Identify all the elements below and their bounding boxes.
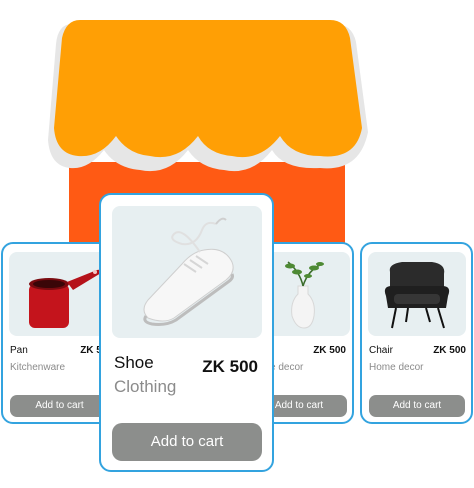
add-to-cart-button[interactable]: Add to cart: [112, 423, 262, 461]
product-category: Home decor: [369, 362, 424, 373]
add-to-cart-button[interactable]: Add to cart: [10, 395, 109, 417]
add-to-cart-button[interactable]: Add to cart: [369, 395, 465, 417]
product-card-shoe[interactable]: Shoe ZK 500 Clothing Add to cart: [99, 193, 274, 472]
armchair-icon: [384, 262, 450, 329]
product-price: ZK 500: [313, 345, 346, 356]
product-image: [368, 252, 466, 336]
product-name: Pan: [10, 345, 28, 356]
product-category: Kitchenware: [10, 362, 66, 373]
product-card-chair[interactable]: Chair ZK 500 Home decor Add to cart: [360, 242, 473, 424]
product-category: e decor: [270, 362, 304, 373]
product-name: Shoe: [114, 353, 154, 372]
white-sneaker-icon: [143, 217, 234, 326]
red-pan-icon: [29, 269, 101, 328]
product-name: Chair: [369, 345, 393, 356]
storefront-awning-icon: [48, 20, 368, 172]
store-illustration: Pan ZK 500 Kitchenware Add to cart ZK 50…: [0, 0, 474, 488]
product-category: Clothing: [114, 377, 177, 396]
product-image: [9, 252, 109, 336]
product-image: [112, 206, 262, 338]
product-price: ZK 500: [202, 357, 258, 376]
product-price: ZK 500: [433, 345, 466, 356]
